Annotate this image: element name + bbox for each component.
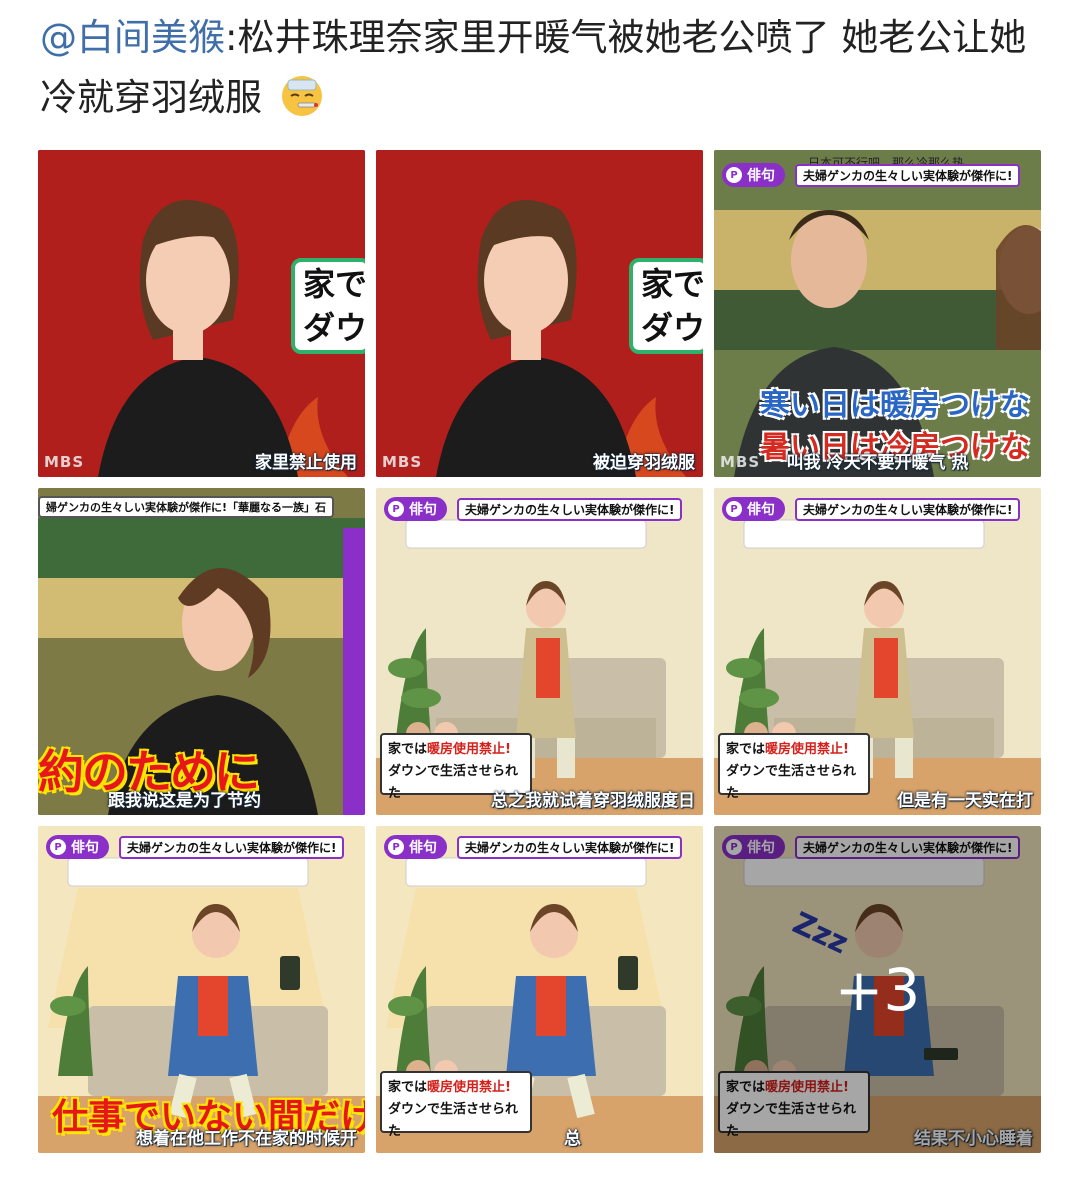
headline: 夫婦ゲンカの生々しい実体験が傑作に! — [795, 163, 1021, 187]
post-text: @白间美猴:松井珠理奈家里开暖气被她老公喷了 她老公让她冷就穿羽绒服 — [40, 8, 1050, 128]
subtitle: 叫我 冷天不要开暖气 热 — [786, 453, 969, 473]
studio-sign: 家で ダウン — [629, 258, 703, 354]
logo-icon: P — [726, 501, 742, 517]
broadcaster-logo: MBS — [382, 453, 423, 471]
logo-icon: P — [50, 839, 66, 855]
image-grid: 家で ダウン MBS 家里禁止使用 家で ダウン MBS 被迫穿羽绒服 — [38, 150, 1041, 1153]
haiku-badge: P 俳句 — [722, 163, 785, 187]
photo-tile-4[interactable]: 婦ゲンカの生々しい実体験が傑作に!「華麗なる一族」石 約のために 跟我说这是为了… — [38, 488, 365, 815]
show-header: P 俳句 夫婦ゲンカの生々しい実体験が傑作に! — [714, 496, 1041, 522]
headline: 婦ゲンカの生々しい実体験が傑作に!「華麗なる一族」石 — [38, 496, 335, 518]
caption-board: 家では暖房使用禁止! ダウンで生活させられた — [718, 733, 870, 801]
subtitle: 但是有一天实在打 — [897, 791, 1033, 811]
subtitle: 家里禁止使用 — [255, 453, 357, 473]
caption-line-1: 寒い日は暖房つけな — [760, 388, 1030, 423]
broadcaster-logo: MBS — [44, 453, 85, 471]
subtitle: 想着在他工作不在家的时候开 — [136, 1129, 357, 1149]
headline: 夫婦ゲンカの生々しい実体験が傑作に! — [795, 497, 1021, 521]
headline: 夫婦ゲンカの生々しい実体験が傑作に! — [119, 835, 345, 859]
photo-tile-9[interactable]: P 俳句 夫婦ゲンカの生々しい実体験が傑作に! Zzz 家では暖房使用禁止! ダウ… — [714, 826, 1041, 1153]
photo-tile-5[interactable]: P 俳句 夫婦ゲンカの生々しい実体験が傑作に! 家では暖房使用禁止! ダウンで生活… — [376, 488, 703, 815]
logo-icon: P — [726, 167, 742, 183]
subtitle: 总之我就试着穿羽绒服度日 — [491, 791, 695, 811]
photo-tile-3[interactable]: 日本可不行吧，那么冷那么热 P俳句 夫婦ゲンカの生々しい実体験が傑作に! 寒い日… — [714, 150, 1041, 477]
subtitle: 被迫穿羽绒服 — [593, 453, 695, 473]
show-header: P 俳句 夫婦ゲンカの生々しい実体験が傑作に! — [38, 834, 365, 860]
subtitle: 总 — [564, 1129, 581, 1149]
more-images-overlay[interactable]: +3 — [714, 826, 1041, 1153]
sick-face-emoji-icon — [281, 76, 322, 116]
studio-sign: 家で ダウン — [291, 258, 365, 354]
haiku-badge: P 俳句 — [722, 497, 785, 521]
more-count: +3 — [834, 955, 921, 1024]
user-mention[interactable]: @白间美猴 — [40, 16, 225, 59]
headline: 夫婦ゲンカの生々しい実体験が傑作に! — [457, 497, 683, 521]
photo-tile-6[interactable]: P 俳句 夫婦ゲンカの生々しい実体験が傑作に! 家では暖房使用禁止! ダウンで生活… — [714, 488, 1041, 815]
show-header: P 俳句 夫婦ゲンカの生々しい実体験が傑作に! — [376, 496, 703, 522]
headline: 夫婦ゲンカの生々しい実体験が傑作に! — [457, 835, 683, 859]
haiku-badge: P 俳句 — [384, 497, 447, 521]
logo-icon: P — [388, 839, 404, 855]
logo-icon: P — [388, 501, 404, 517]
photo-tile-2[interactable]: 家で ダウン MBS 被迫穿羽绒服 — [376, 150, 703, 477]
show-header: P 俳句 夫婦ゲンカの生々しい実体験が傑作に! — [376, 834, 703, 860]
caption-board: 家では暖房使用禁止! ダウンで生活させられた — [380, 1071, 532, 1139]
haiku-badge: P 俳句 — [384, 835, 447, 859]
photo-tile-1[interactable]: 家で ダウン MBS 家里禁止使用 — [38, 150, 365, 477]
photo-tile-8[interactable]: P 俳句 夫婦ゲンカの生々しい実体験が傑作に! 家では暖房使用禁止! ダウンで生活… — [376, 826, 703, 1153]
show-header: P 俳句 夫婦ゲンカの生々しい実体験が傑作に! — [714, 162, 1041, 188]
photo-tile-7[interactable]: P 俳句 夫婦ゲンカの生々しい実体験が傑作に! 仕事でいない間だけ 想着在他工作不… — [38, 826, 365, 1153]
show-header: 婦ゲンカの生々しい実体験が傑作に!「華麗なる一族」石 — [38, 492, 365, 522]
haiku-badge: P 俳句 — [46, 835, 109, 859]
subtitle: 跟我说这是为了节约 — [108, 791, 261, 811]
